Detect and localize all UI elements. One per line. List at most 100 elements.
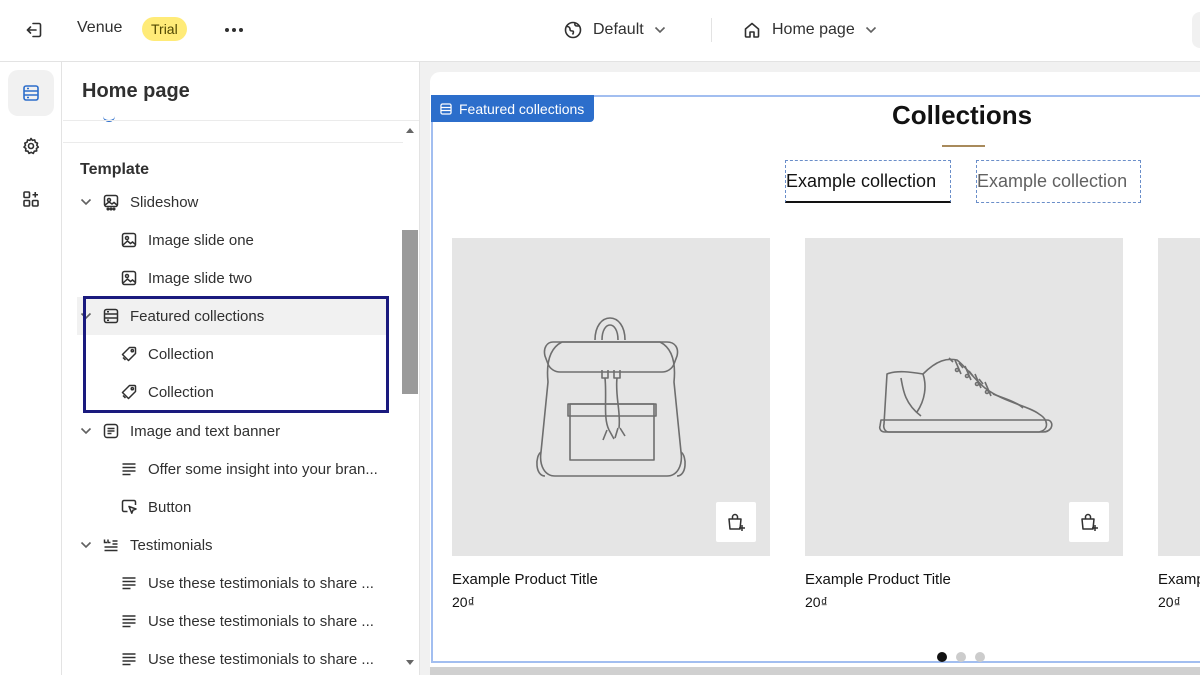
apps-icon — [23, 191, 39, 207]
panel-divider — [63, 142, 403, 143]
sections-tab-button[interactable] — [8, 70, 54, 116]
add-to-cart-icon — [1081, 513, 1098, 531]
tree-item-testimonial-3[interactable]: Use these testimonials to share ... — [119, 640, 397, 675]
collections-title: Collections — [892, 100, 1033, 130]
gear-icon — [23, 137, 40, 155]
tree-item-label: Use these testimonials to share ... — [148, 650, 374, 668]
chevron-down-icon — [865, 26, 876, 34]
slider-dot[interactable] — [937, 652, 947, 662]
section-label-tag[interactable]: Featured collections — [431, 95, 595, 122]
exit-button[interactable] — [20, 16, 48, 44]
tag-icon — [119, 382, 139, 402]
store-name: Venue — [77, 19, 123, 36]
product-card[interactable]: Example Product Title 20₫ — [452, 238, 770, 610]
product-image[interactable] — [1158, 238, 1200, 556]
quick-add-button[interactable] — [716, 502, 756, 542]
collections-icon — [440, 102, 452, 115]
text-icon — [119, 573, 139, 593]
tree-item-label: Offer some insight into your bran... — [148, 460, 378, 478]
tree-item-label: Button — [148, 498, 192, 516]
add-to-cart-icon — [728, 513, 745, 531]
tag-icon — [119, 344, 139, 364]
page-selector[interactable]: Home page — [742, 16, 877, 44]
quote-icon — [101, 535, 121, 555]
text-icon — [119, 459, 139, 479]
tree-item-label: Use these testimonials to share ... — [148, 574, 374, 592]
more-horizontal-icon — [225, 28, 243, 32]
trial-badge: Trial — [142, 17, 187, 41]
panel-divider — [63, 120, 419, 121]
chevron-down-icon[interactable] — [77, 422, 95, 440]
sections-panel: Home page Template Slideshow Image slide… — [63, 62, 420, 675]
product-image[interactable] — [452, 238, 770, 556]
scroll-down-arrow-icon[interactable] — [406, 660, 414, 665]
section-tag-label: Featured collections — [459, 100, 585, 117]
tree-item-image-slide-one[interactable]: Image slide one — [119, 221, 397, 259]
collection-tab-2[interactable]: Example collection — [976, 160, 1141, 203]
product-title[interactable]: Example Product Title — [452, 571, 770, 588]
product-card[interactable]: Example Product Title 20₫ — [1158, 238, 1200, 610]
page-label: Home page — [772, 21, 855, 38]
pointer-icon — [119, 497, 139, 517]
title-underline — [942, 145, 985, 147]
preview-horizontal-scrollbar[interactable] — [430, 667, 1200, 675]
scroll-up-arrow-icon[interactable] — [406, 128, 414, 133]
tool-rail — [0, 62, 62, 675]
product-price: 20₫ — [452, 594, 475, 610]
product-image[interactable] — [805, 238, 1123, 556]
more-actions-button[interactable] — [220, 18, 248, 42]
tree-item-slideshow[interactable]: Slideshow — [77, 183, 397, 221]
apps-button[interactable] — [8, 176, 54, 222]
slider-pagination — [937, 652, 985, 662]
chevron-down-icon[interactable] — [77, 536, 95, 554]
text-icon — [119, 649, 139, 669]
tree-item-label: Image and text banner — [130, 422, 281, 440]
sections-icon — [23, 85, 39, 101]
theme-settings-button[interactable] — [8, 123, 54, 169]
tree-item-label: Use these testimonials to share ... — [148, 612, 374, 630]
banner-icon — [101, 421, 121, 441]
collections-icon — [101, 306, 121, 326]
tree-item-image-and-text-banner[interactable]: Image and text banner — [77, 412, 397, 450]
tree-item-label: Testimonials — [130, 536, 213, 554]
tree-item-label: Image slide two — [148, 269, 253, 287]
theme-selector[interactable]: Default — [563, 16, 666, 44]
collection-tab-1[interactable]: Example collection — [785, 160, 951, 203]
tree-item-label: Featured collections — [130, 307, 265, 325]
home-icon — [744, 22, 760, 38]
editor-topbar: Venue Trial Default Home page — [0, 0, 1200, 62]
tree-item-testimonial-2[interactable]: Use these testimonials to share ... — [119, 602, 397, 640]
topbar-divider — [711, 18, 712, 42]
tree-item-label: Image slide one — [148, 231, 254, 249]
tree-item-collection-2[interactable]: Collection — [119, 373, 397, 411]
template-heading: Template — [80, 161, 150, 178]
tree-item-button[interactable]: Button — [119, 488, 397, 526]
chevron-down-icon — [654, 26, 665, 34]
quick-add-button[interactable] — [1069, 502, 1109, 542]
tree-item-featured-collections[interactable]: Featured collections — [77, 297, 387, 335]
scrollbar-thumb[interactable] — [402, 230, 418, 394]
tree-item-collection-1[interactable]: Collection — [119, 335, 397, 373]
panel-scrollbar[interactable] — [400, 122, 419, 675]
product-price: 20₫ — [1158, 594, 1181, 610]
slider-dot[interactable] — [956, 652, 966, 662]
panel-title: Home page — [82, 80, 190, 102]
product-title[interactable]: Example Product Title — [1158, 571, 1200, 588]
tree-item-label: Collection — [148, 345, 214, 363]
product-title[interactable]: Example Product Title — [805, 571, 1123, 588]
theme-label: Default — [593, 21, 644, 38]
tree-item-testimonials[interactable]: Testimonials — [77, 526, 397, 564]
storefront-preview: Featured collections Collections Example… — [430, 72, 1200, 667]
topbar-action-button[interactable] — [1192, 12, 1200, 48]
tree-item-banner-text[interactable]: Offer some insight into your bran... — [119, 450, 397, 488]
tree-item-label: Slideshow — [130, 193, 199, 211]
slider-dot[interactable] — [975, 652, 985, 662]
product-card[interactable]: Example Product Title 20₫ — [805, 238, 1123, 610]
exit-icon — [26, 22, 42, 38]
tree-item-testimonial-1[interactable]: Use these testimonials to share ... — [119, 564, 397, 602]
chevron-down-icon[interactable] — [77, 307, 95, 325]
product-price: 20₫ — [805, 594, 828, 610]
chevron-down-icon[interactable] — [77, 193, 95, 211]
image-icon — [119, 268, 139, 288]
tree-item-image-slide-two[interactable]: Image slide two — [119, 259, 397, 297]
